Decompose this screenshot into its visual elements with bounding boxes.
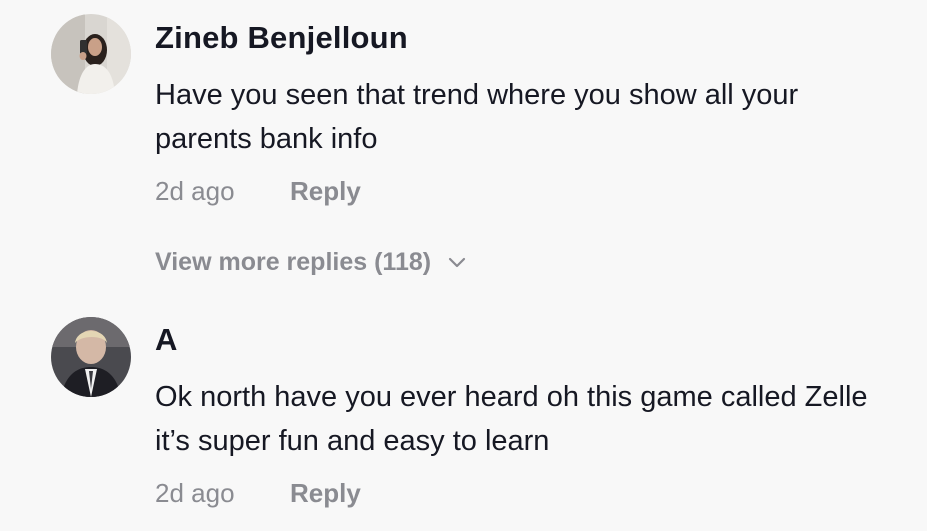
comment-username[interactable]: Zineb Benjelloun (155, 20, 408, 56)
comment-username[interactable]: A (155, 322, 178, 358)
comment-meta: 2d ago Reply (155, 478, 361, 509)
reply-button[interactable]: Reply (290, 176, 361, 206)
reply-button[interactable]: Reply (290, 478, 361, 508)
chevron-down-icon (448, 257, 466, 267)
comment-text: Have you seen that trend where you show … (155, 79, 799, 155)
user-avatar-image (51, 317, 131, 397)
comment-meta: 2d ago Reply (155, 176, 361, 207)
avatar[interactable] (51, 317, 131, 397)
comment-text: Ok north have you ever heard oh this gam… (155, 381, 868, 457)
view-more-replies-button[interactable]: View more replies (118) (155, 248, 467, 277)
user-avatar-image (51, 14, 131, 94)
view-more-replies-label: View more replies (118) (155, 248, 432, 276)
avatar[interactable] (51, 14, 131, 94)
comment-timestamp: 2d ago (155, 478, 235, 508)
comment-timestamp: 2d ago (155, 176, 235, 206)
